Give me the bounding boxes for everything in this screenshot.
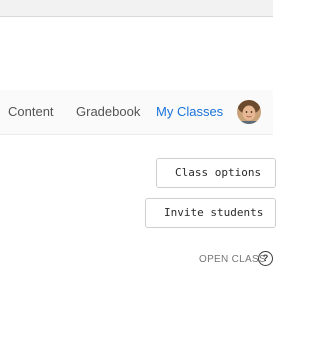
open-class-link[interactable]: OPEN CLASS [199, 252, 266, 268]
class-options-button[interactable]: Class options [156, 158, 276, 188]
top-bar [0, 0, 273, 17]
user-avatar-icon[interactable] [237, 100, 261, 124]
nav-item-gradebook[interactable]: Gradebook [76, 90, 140, 134]
main-nav: Content Gradebook My Classes [0, 90, 273, 135]
help-circle-icon[interactable]: ? [258, 251, 273, 266]
invite-students-button[interactable]: Invite students [145, 198, 276, 228]
nav-item-content[interactable]: Content [8, 90, 54, 134]
nav-item-my-classes[interactable]: My Classes [156, 90, 223, 134]
